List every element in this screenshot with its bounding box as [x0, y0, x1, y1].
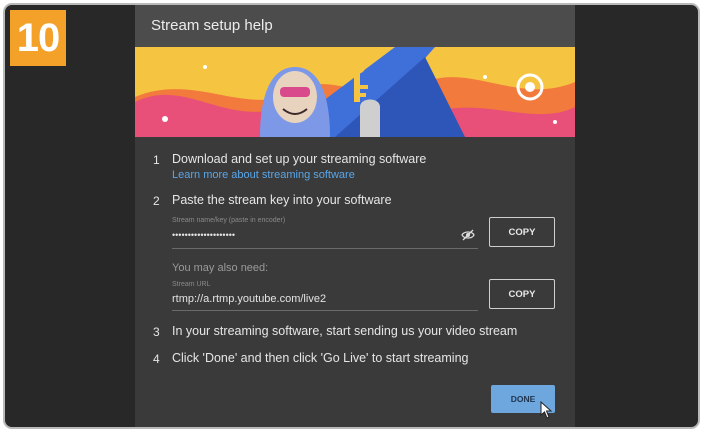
learn-more-link[interactable]: Learn more about streaming software: [172, 169, 355, 181]
stream-key-input[interactable]: ••••••••••••••••••••: [172, 230, 235, 240]
copy-stream-key-button[interactable]: COPY: [489, 217, 555, 247]
eye-off-icon[interactable]: [461, 229, 475, 241]
also-need-text: You may also need:: [172, 262, 269, 274]
step-number-badge: 10: [10, 10, 66, 66]
mouse-pointer-icon: [540, 401, 553, 419]
step-1-number: 1: [153, 153, 160, 167]
stream-url-label: Stream URL: [172, 281, 211, 288]
step-2-number: 2: [153, 194, 160, 208]
stream-key-label: Stream name/key (paste in encoder): [172, 217, 286, 224]
step-3-number: 3: [153, 325, 160, 339]
illustration-banner: [135, 47, 575, 137]
screenshot-frame: 10 Stream setup help 1 Download and set …: [3, 3, 700, 429]
stream-url-input[interactable]: rtmp://a.rtmp.youtube.com/live2: [172, 293, 326, 305]
stream-key-underline: [172, 248, 478, 249]
step-1-text: Download and set up your streaming softw…: [172, 152, 427, 166]
copy-stream-url-button[interactable]: COPY: [489, 279, 555, 309]
stream-url-underline: [172, 310, 478, 311]
stream-setup-dialog: Stream setup help 1 Download and set up …: [135, 5, 575, 427]
step-4-text: Click 'Done' and then click 'Go Live' to…: [172, 351, 469, 365]
step-2-text: Paste the stream key into your software: [172, 193, 392, 207]
dialog-title: Stream setup help: [135, 5, 575, 47]
step-3-text: In your streaming software, start sendin…: [172, 324, 518, 338]
step-4-number: 4: [153, 352, 160, 366]
